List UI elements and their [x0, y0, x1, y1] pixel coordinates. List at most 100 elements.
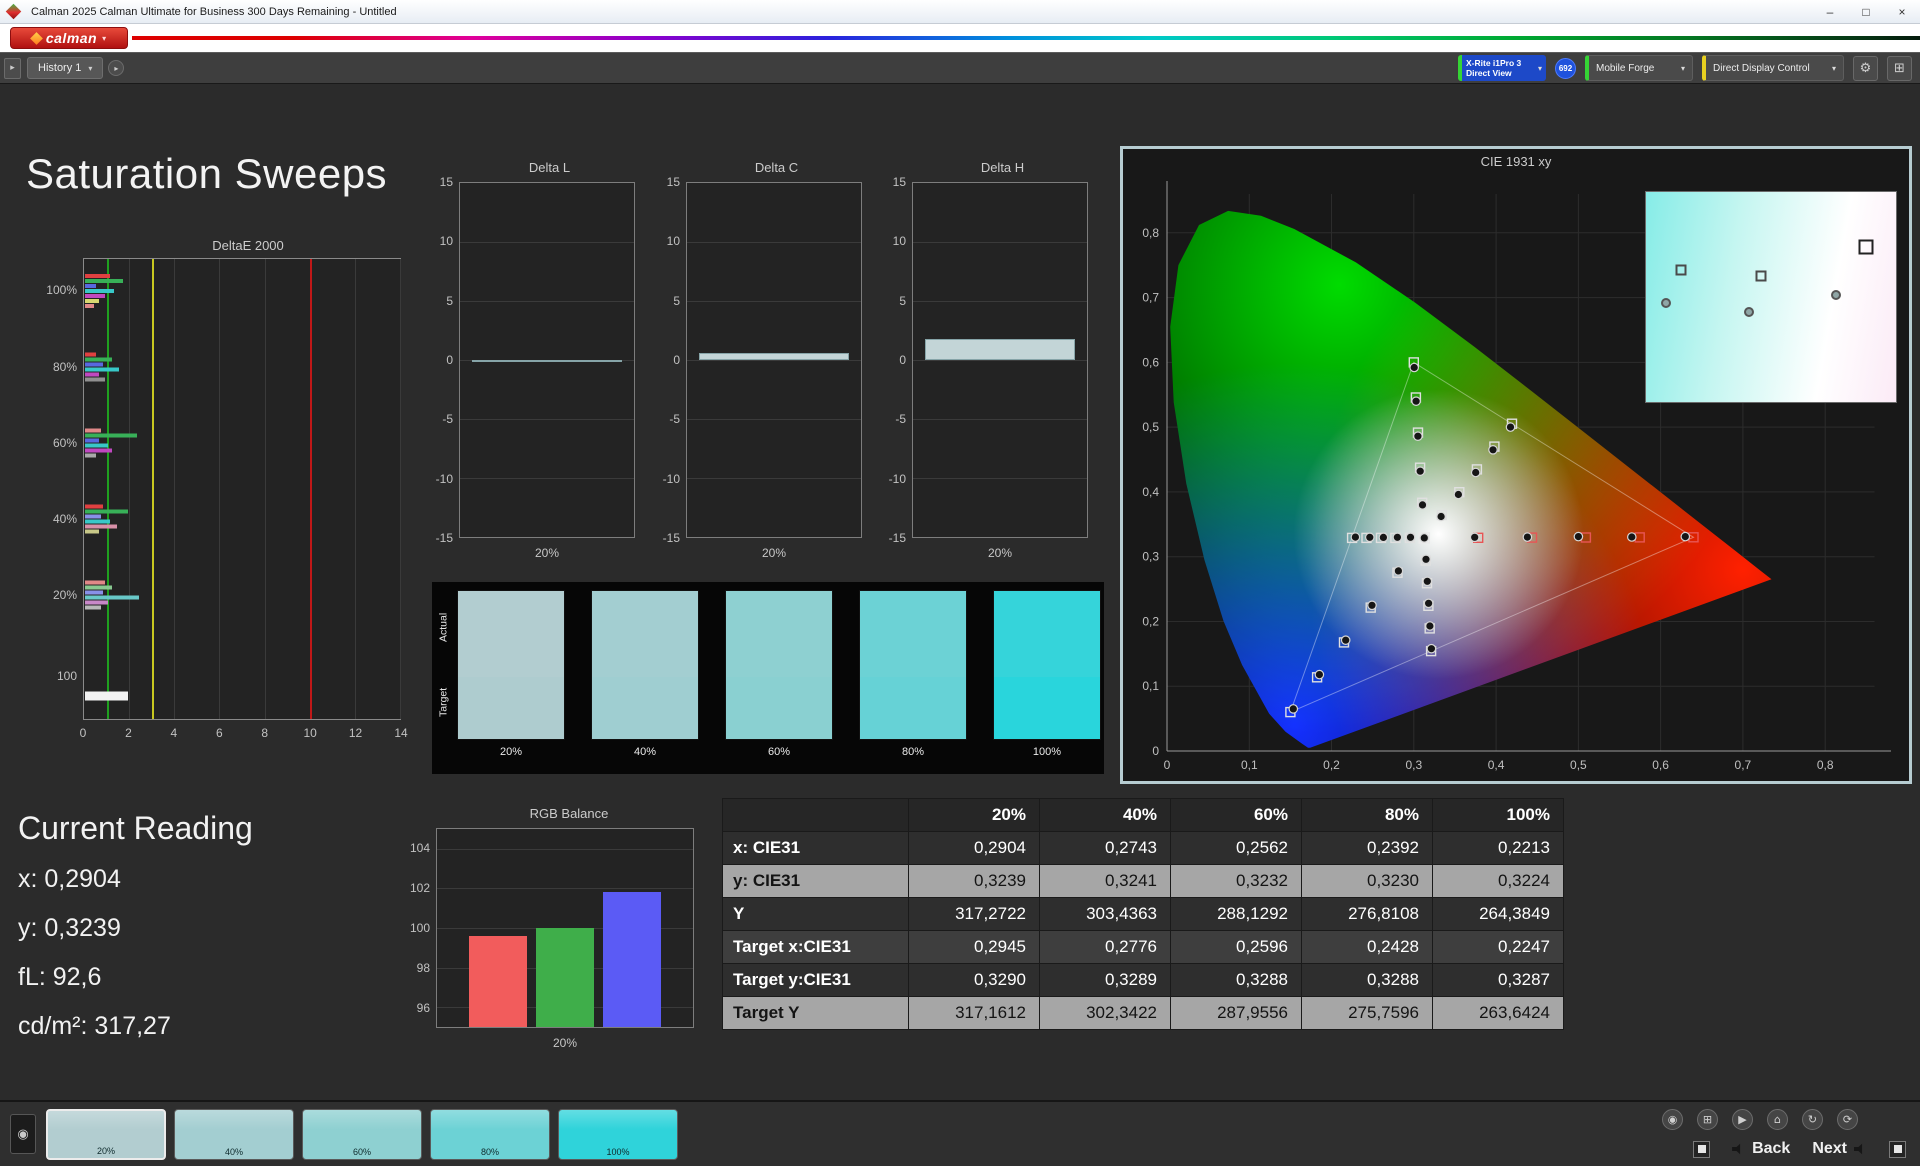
grid-icon[interactable]: ⊞: [1697, 1109, 1718, 1130]
maximize-button[interactable]: □: [1848, 0, 1884, 23]
rgb-plot: [436, 828, 694, 1028]
display-control-label: Direct Display Control: [1713, 62, 1810, 74]
deltae-bar: [85, 438, 99, 443]
swatch-target: [458, 676, 564, 739]
play-icon[interactable]: ▶: [1732, 1109, 1753, 1130]
chevron-down-icon: ▾: [88, 63, 93, 73]
saturation-thumbnail[interactable]: 100%: [558, 1109, 678, 1160]
swatch-target: [860, 676, 966, 739]
svg-text:0,2: 0,2: [1323, 758, 1340, 772]
swatch-target: [592, 676, 698, 739]
gridline: [687, 360, 861, 361]
swatch-actual: [726, 591, 832, 677]
source-dropdown[interactable]: Mobile Forge ▾: [1585, 55, 1693, 81]
cie-actual-point: [1411, 396, 1421, 406]
cie-actual-point: [1288, 704, 1299, 714]
tick-label: 5: [899, 293, 906, 308]
svg-text:0: 0: [1152, 744, 1159, 758]
saturation-thumbnail[interactable]: 20%: [46, 1109, 166, 1160]
table-cell: 0,2392: [1301, 831, 1433, 865]
eye-icon[interactable]: ◉: [1662, 1109, 1683, 1130]
inset-marker: [1743, 306, 1754, 317]
history-tab-label: History 1: [38, 62, 82, 74]
cie-actual-point: [1415, 466, 1425, 476]
checkbox-button[interactable]: [1693, 1140, 1711, 1158]
table-cell: 0,2213: [1432, 831, 1564, 865]
table-cell: 0,2596: [1170, 930, 1302, 964]
swatch-cell: 40%: [591, 590, 699, 758]
delta-bar: [699, 352, 849, 360]
page-title: Saturation Sweeps: [26, 150, 388, 197]
deltae-bar: [85, 377, 106, 382]
home-icon[interactable]: ⌂: [1767, 1109, 1788, 1130]
svg-text:0,2: 0,2: [1142, 615, 1159, 629]
cie-actual-point: [1350, 532, 1361, 542]
panel-collapse-button[interactable]: ▸: [4, 57, 21, 79]
gridline: [913, 242, 1087, 243]
cie-actual-point: [1505, 422, 1516, 432]
cie-actual-point: [1470, 467, 1481, 478]
layout-toggle-button[interactable]: [1889, 1140, 1906, 1158]
refresh-icon[interactable]: ↻: [1802, 1109, 1823, 1130]
saturation-thumbnail[interactable]: 80%: [430, 1109, 550, 1160]
svg-text:0: 0: [1164, 758, 1171, 772]
tick-label: 10: [439, 234, 453, 249]
calman-logo-button[interactable]: calman ▾: [10, 27, 128, 49]
meter-dropdown[interactable]: X-Rite i1Pro 3 Direct View ▾: [1458, 55, 1546, 81]
svg-text:0,3: 0,3: [1142, 550, 1159, 564]
display-control-dropdown[interactable]: Direct Display Control ▾: [1702, 55, 1844, 81]
gridline: [174, 259, 176, 719]
tick-label: 12: [348, 726, 363, 740]
deltae-bar: [85, 509, 128, 514]
table-cell: 288,1292: [1170, 897, 1302, 931]
minimize-button[interactable]: –: [1812, 0, 1848, 23]
sync-icon[interactable]: ⟳: [1837, 1109, 1858, 1130]
tick-label: -10: [888, 471, 906, 486]
delta-plot: [912, 182, 1088, 538]
cie-actual-point: [1453, 489, 1464, 500]
swatch-actual: [994, 591, 1100, 677]
deltae-bar: [85, 367, 119, 372]
tab-scroll-button[interactable]: ▸: [108, 60, 125, 76]
deltae-bar: [85, 279, 124, 284]
back-button[interactable]: Back: [1732, 1140, 1790, 1158]
x-axis-label: 20%: [552, 1036, 578, 1050]
svg-text:0,5: 0,5: [1142, 420, 1159, 434]
deltae-bar: [85, 443, 108, 448]
gridline: [460, 478, 634, 479]
next-button[interactable]: Next: [1812, 1140, 1867, 1158]
table-cell: 0,3224: [1432, 864, 1564, 898]
tick-label: -10: [435, 471, 453, 486]
deltae-bar: [85, 289, 115, 294]
column-header: 60%: [1170, 798, 1302, 832]
tick-label: 0: [673, 353, 680, 367]
table-cell: 0,2562: [1170, 831, 1302, 865]
tick-label: 60%: [52, 435, 77, 450]
reference-line: [309, 259, 312, 719]
measurement-count-badge[interactable]: 692: [1555, 57, 1576, 79]
table-cell: 0,2247: [1432, 930, 1564, 964]
table-cell: 303,4363: [1039, 897, 1171, 931]
tick-label: 4: [170, 726, 178, 740]
table-cell: 287,9556: [1170, 996, 1302, 1030]
eye-icon[interactable]: ◉: [10, 1114, 36, 1154]
swatch: [725, 590, 833, 740]
close-button[interactable]: ×: [1884, 0, 1920, 23]
cie-actual-point: [1488, 444, 1498, 455]
table-cell: 276,8108: [1301, 897, 1433, 931]
svg-text:0,4: 0,4: [1488, 758, 1505, 772]
tick-label: 0: [79, 726, 87, 740]
gear-icon[interactable]: ⚙: [1853, 55, 1878, 81]
deltae-bar: [85, 529, 99, 534]
delta-chart: Delta H 20% 15 10 5 0 -5 -10 -15: [878, 160, 1093, 570]
cie-actual-point: [1393, 566, 1404, 576]
actual-row-label: Actual: [437, 612, 450, 643]
saturation-thumbnail[interactable]: 60%: [302, 1109, 422, 1160]
table-cell: 302,3422: [1039, 996, 1171, 1030]
layout-grid-icon[interactable]: ⊞: [1887, 55, 1912, 81]
tick-label: 5: [673, 293, 680, 308]
saturation-thumbnail[interactable]: 40%: [174, 1109, 294, 1160]
deltae-chart-title: DeltaE 2000: [212, 238, 284, 253]
tab-history-1[interactable]: History 1 ▾: [27, 57, 104, 79]
swatch: [993, 590, 1101, 740]
